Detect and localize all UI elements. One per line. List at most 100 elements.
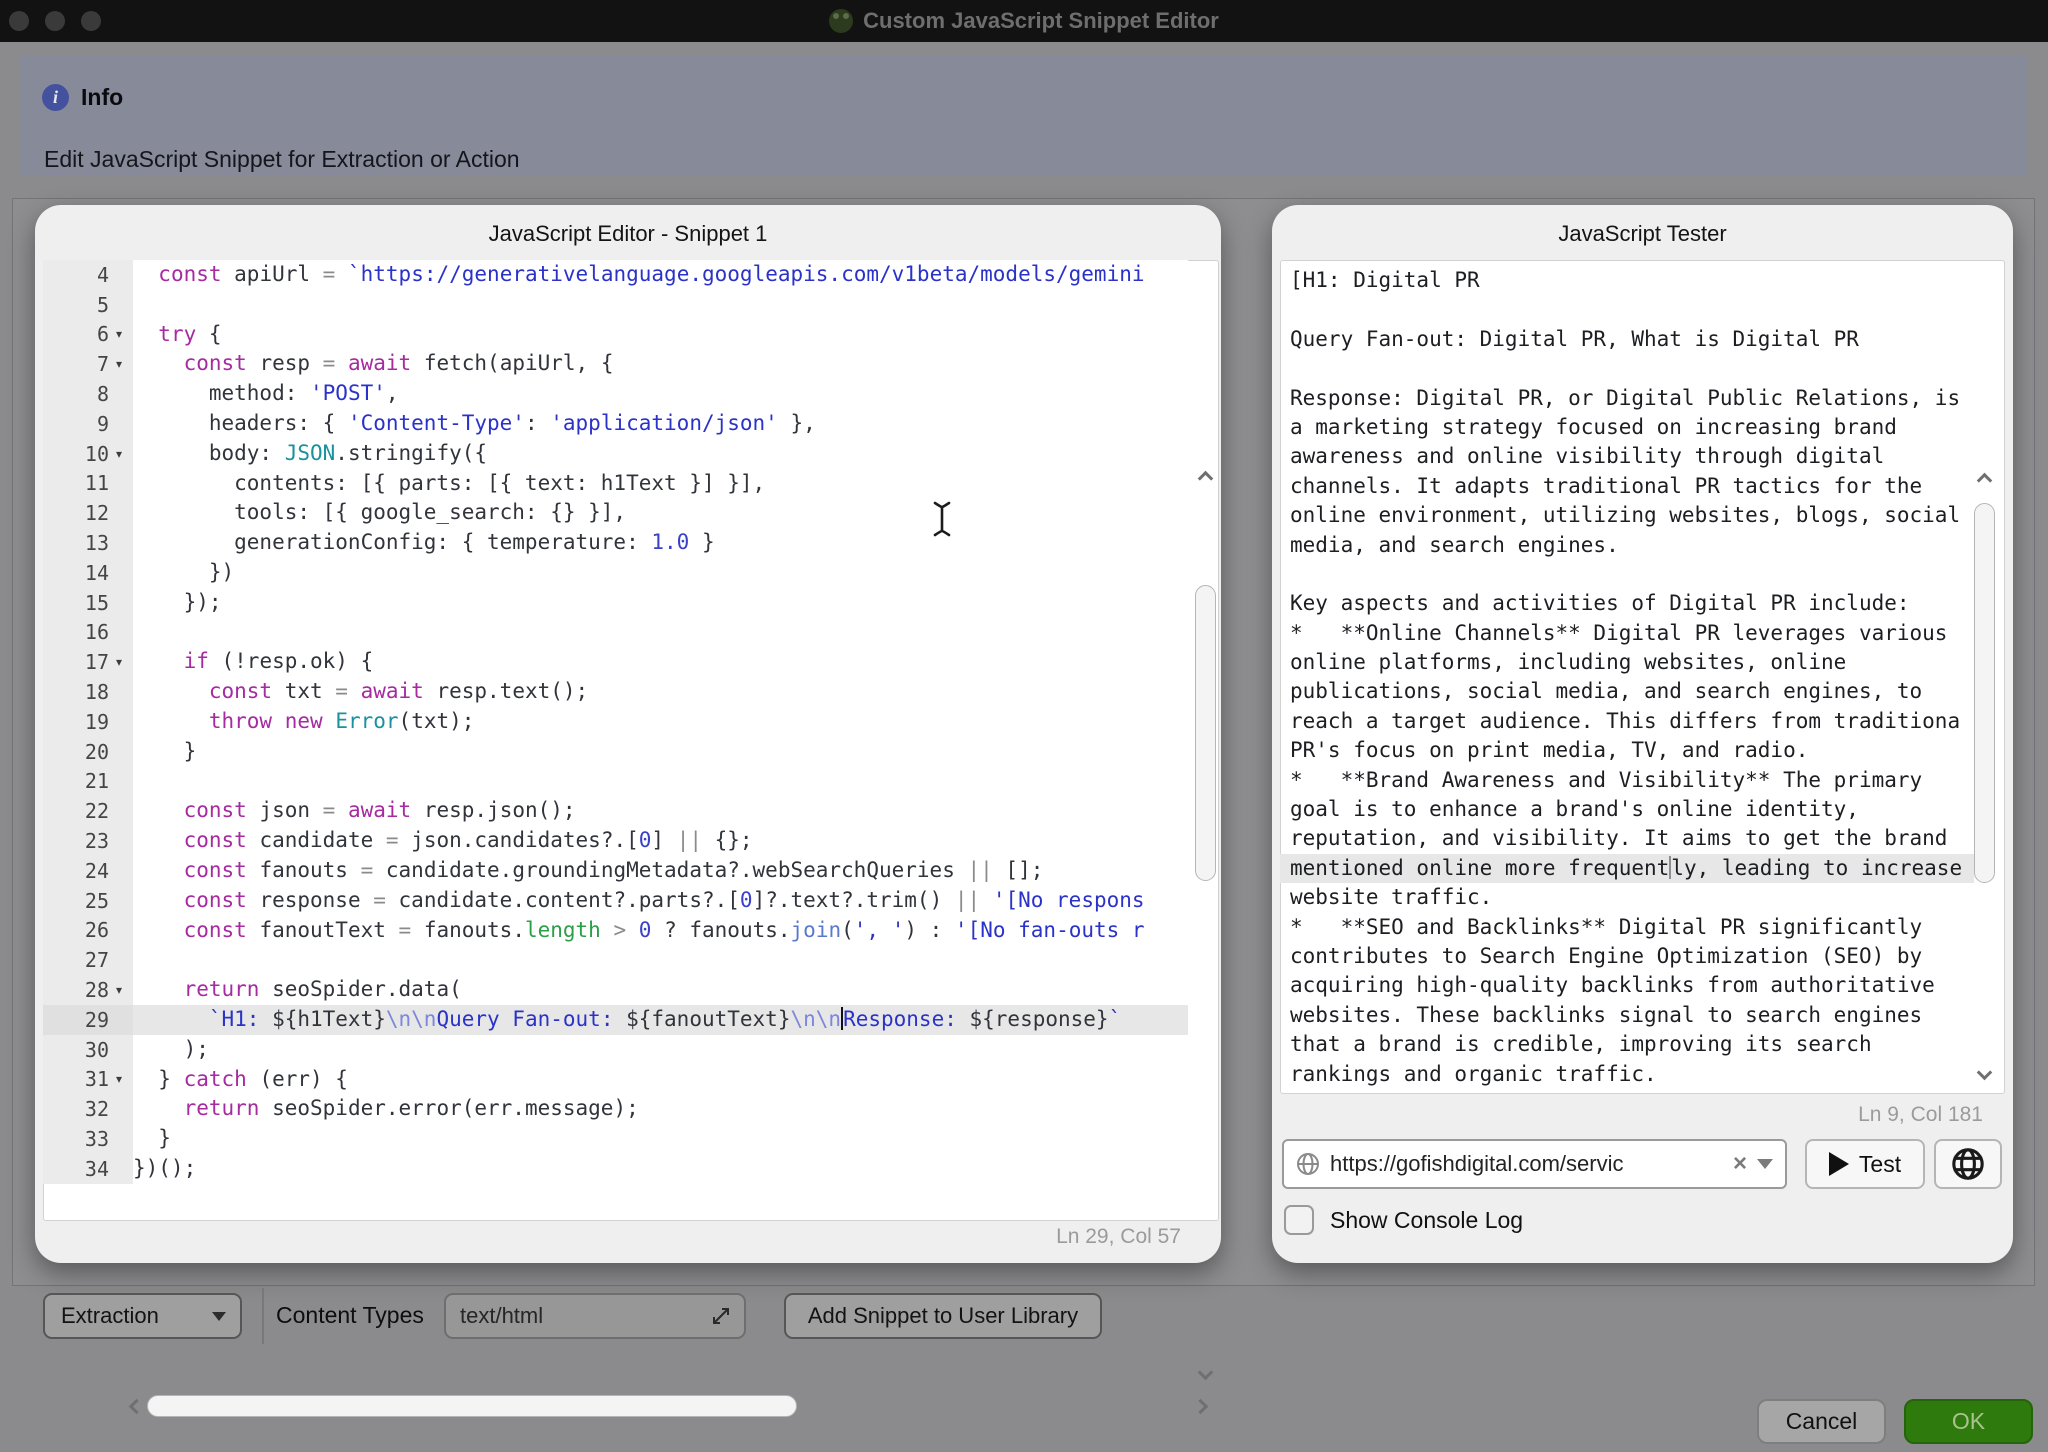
code-line-17[interactable]: if (!resp.ok) {: [133, 647, 1188, 677]
fold-icon[interactable]: ▾: [109, 447, 129, 461]
tester-line-25[interactable]: acquiring high-quality backlinks from au…: [1280, 971, 1974, 1000]
test-url-input[interactable]: https://gofishdigital.com/servic ×: [1282, 1139, 1787, 1189]
code-line-24[interactable]: const fanouts = candidate.groundingMetad…: [133, 856, 1188, 886]
tester-vscroll-thumb[interactable]: [1974, 503, 1995, 883]
editor-vertical-scrollbar[interactable]: [1193, 465, 1219, 1389]
scroll-up-icon[interactable]: [1198, 471, 1214, 487]
tester-line-4[interactable]: [1280, 354, 1974, 383]
tester-line-8[interactable]: channels. It adapts traditional PR tacti…: [1280, 472, 1974, 501]
scroll-right-icon[interactable]: [1193, 1399, 1209, 1415]
code-line-11[interactable]: contents: [{ parts: [{ text: h1Text }] }…: [133, 469, 1188, 499]
code-line-33[interactable]: }: [133, 1124, 1188, 1154]
fold-icon[interactable]: ▾: [109, 983, 129, 997]
fold-icon[interactable]: ▾: [109, 357, 129, 371]
show-console-log-label: Show Console Log: [1330, 1207, 1523, 1234]
tester-line-19[interactable]: goal is to enhance a brand's online iden…: [1280, 795, 1974, 824]
snippet-type-dropdown[interactable]: Extraction: [43, 1293, 242, 1339]
code-line-25[interactable]: const response = candidate.content?.part…: [133, 886, 1188, 916]
scroll-left-icon[interactable]: [129, 1399, 145, 1415]
fold-icon[interactable]: ▾: [109, 327, 129, 341]
code-editor[interactable]: const apiUrl = `https://generativelangua…: [133, 260, 1188, 1184]
code-line-14[interactable]: }): [133, 558, 1188, 588]
add-snippet-button[interactable]: Add Snippet to User Library: [784, 1293, 1102, 1339]
code-line-26[interactable]: const fanoutText = fanouts.length > 0 ? …: [133, 916, 1188, 946]
code-line-23[interactable]: const candidate = json.candidates?.[0] |…: [133, 826, 1188, 856]
gutter-line-6[interactable]: 6▾: [43, 320, 133, 350]
editor-vscroll-thumb[interactable]: [1195, 585, 1216, 881]
gutter-line-31[interactable]: 31▾: [43, 1065, 133, 1095]
code-line-30[interactable]: );: [133, 1035, 1188, 1065]
code-line-28[interactable]: return seoSpider.data(: [133, 975, 1188, 1005]
code-line-16[interactable]: [133, 618, 1188, 648]
info-panel: i Info Edit JavaScript Snippet for Extra…: [20, 56, 2028, 176]
fold-icon[interactable]: ▾: [109, 1072, 129, 1086]
code-line-19[interactable]: throw new Error(txt);: [133, 707, 1188, 737]
fold-icon[interactable]: ▾: [109, 655, 129, 669]
tester-output[interactable]: [H1: Digital PR Query Fan-out: Digital PR…: [1280, 266, 1974, 1090]
tester-line-10[interactable]: media, and search engines.: [1280, 531, 1974, 560]
gutter-line-7[interactable]: 7▾: [43, 349, 133, 379]
tester-line-14[interactable]: online platforms, including websites, on…: [1280, 648, 1974, 677]
expand-icon[interactable]: [710, 1305, 732, 1327]
code-line-21[interactable]: [133, 767, 1188, 797]
text-cursor-pointer: [931, 501, 953, 542]
scroll-up-icon[interactable]: [1977, 473, 1993, 489]
ok-button[interactable]: OK: [1904, 1399, 2033, 1444]
tester-line-16[interactable]: reach a target audience. This differs fr…: [1280, 707, 1974, 736]
editor-hscroll-thumb[interactable]: [147, 1395, 797, 1417]
code-line-8[interactable]: method: 'POST',: [133, 379, 1188, 409]
code-line-18[interactable]: const txt = await resp.text();: [133, 677, 1188, 707]
tester-line-21[interactable]: mentioned online more frequently, leadin…: [1280, 854, 1974, 883]
tester-vertical-scrollbar[interactable]: [1972, 467, 1998, 1087]
tester-line-22[interactable]: website traffic.: [1280, 883, 1974, 912]
tester-line-24[interactable]: contributes to Search Engine Optimizatio…: [1280, 942, 1974, 971]
tester-line-9[interactable]: online environment, utilizing websites, …: [1280, 501, 1974, 530]
tester-line-12[interactable]: Key aspects and activities of Digital PR…: [1280, 589, 1974, 618]
code-line-15[interactable]: });: [133, 588, 1188, 618]
tester-line-15[interactable]: publications, social media, and search e…: [1280, 677, 1974, 706]
tester-line-7[interactable]: awareness and online visibility through …: [1280, 442, 1974, 471]
code-line-6[interactable]: try {: [133, 320, 1188, 350]
code-line-13[interactable]: generationConfig: { temperature: 1.0 }: [133, 528, 1188, 558]
code-line-4[interactable]: const apiUrl = `https://generativelangua…: [133, 260, 1188, 290]
code-line-32[interactable]: return seoSpider.error(err.message);: [133, 1094, 1188, 1124]
tester-line-28[interactable]: rankings and organic traffic.: [1280, 1060, 1974, 1089]
tester-line-5[interactable]: Response: Digital PR, or Digital Public …: [1280, 384, 1974, 413]
gutter-line-32: 32: [43, 1094, 133, 1124]
gutter-line-28[interactable]: 28▾: [43, 975, 133, 1005]
code-line-12[interactable]: tools: [{ google_search: {} }],: [133, 498, 1188, 528]
cancel-button[interactable]: Cancel: [1757, 1399, 1886, 1444]
tester-line-20[interactable]: reputation, and visibility. It aims to g…: [1280, 824, 1974, 853]
code-line-20[interactable]: }: [133, 737, 1188, 767]
code-line-27[interactable]: [133, 945, 1188, 975]
code-line-29[interactable]: `H1: ${h1Text}\n\nQuery Fan-out: ${fanou…: [133, 1005, 1188, 1035]
tester-line-17[interactable]: PR's focus on print media, TV, and radio…: [1280, 736, 1974, 765]
tester-line-11[interactable]: [1280, 560, 1974, 589]
code-line-31[interactable]: } catch (err) {: [133, 1065, 1188, 1095]
scroll-down-icon[interactable]: [1977, 1065, 1993, 1081]
clear-url-icon[interactable]: ×: [1733, 1150, 1747, 1178]
code-line-10[interactable]: body: JSON.stringify({: [133, 439, 1188, 469]
tester-line-27[interactable]: that a brand is credible, improving its …: [1280, 1030, 1974, 1059]
code-line-9[interactable]: headers: { 'Content-Type': 'application/…: [133, 409, 1188, 439]
gutter-line-17[interactable]: 17▾: [43, 647, 133, 677]
tester-line-18[interactable]: * **Brand Awareness and Visibility** The…: [1280, 766, 1974, 795]
code-line-22[interactable]: const json = await resp.json();: [133, 796, 1188, 826]
tester-line-1[interactable]: [H1: Digital PR: [1280, 266, 1974, 295]
tester-line-13[interactable]: * **Online Channels** Digital PR leverag…: [1280, 619, 1974, 648]
open-in-browser-button[interactable]: [1934, 1139, 2002, 1189]
gutter-line-10[interactable]: 10▾: [43, 439, 133, 469]
tester-line-6[interactable]: a marketing strategy focused on increasi…: [1280, 413, 1974, 442]
code-line-5[interactable]: [133, 290, 1188, 320]
tester-line-2[interactable]: [1280, 295, 1974, 324]
url-dropdown-icon[interactable]: [1757, 1159, 1773, 1169]
tester-line-3[interactable]: Query Fan-out: Digital PR, What is Digit…: [1280, 325, 1974, 354]
content-types-input[interactable]: text/html: [444, 1293, 746, 1339]
test-button[interactable]: Test: [1805, 1139, 1925, 1189]
code-line-34[interactable]: })();: [133, 1154, 1188, 1184]
scroll-down-icon[interactable]: [1198, 1365, 1214, 1381]
tester-line-23[interactable]: * **SEO and Backlinks** Digital PR signi…: [1280, 913, 1974, 942]
show-console-log-checkbox[interactable]: [1284, 1205, 1314, 1235]
code-line-7[interactable]: const resp = await fetch(apiUrl, {: [133, 349, 1188, 379]
tester-line-26[interactable]: websites. These backlinks signal to sear…: [1280, 1001, 1974, 1030]
